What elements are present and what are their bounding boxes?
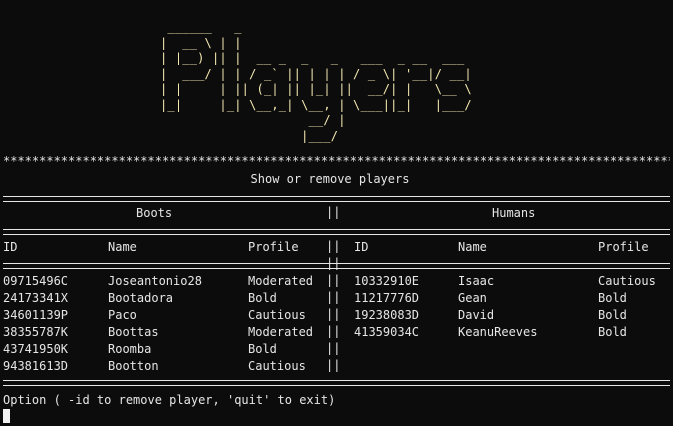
- boots-row-name: Paco: [108, 308, 137, 322]
- page-subtitle: Show or remove players: [250, 172, 410, 186]
- ascii-logo-players: ______ _ | __ \ | | | |__) || | __ _ _ _…: [160, 20, 472, 143]
- column-separator: ||: [326, 341, 341, 355]
- humans-row-id: 10332910E: [354, 274, 420, 288]
- boots-header-id: ID: [3, 240, 18, 254]
- humans-row-name: KeanuReeves: [458, 325, 538, 339]
- double-rule-4: [3, 380, 670, 386]
- humans-header-profile: Profile: [598, 240, 649, 254]
- boots-row-name: Boottas: [108, 325, 159, 339]
- boots-row-id: 38355787K: [3, 325, 69, 339]
- humans-row-profile: Bold: [598, 325, 627, 339]
- humans-title: Humans: [492, 206, 536, 220]
- boots-header-name: Name: [108, 240, 137, 254]
- humans-header-id: ID: [354, 240, 369, 254]
- boots-row-profile: Moderated: [248, 325, 314, 339]
- humans-row-id: 19238083D: [354, 308, 420, 322]
- boots-row-profile: Cautious: [248, 359, 306, 373]
- humans-row-profile: Bold: [598, 308, 627, 322]
- column-separator: ||: [326, 290, 341, 304]
- column-separator: ||: [326, 239, 341, 253]
- boots-row-name: Bootadora: [108, 291, 174, 305]
- humans-row-profile: Bold: [598, 291, 627, 305]
- humans-row-name: David: [458, 308, 495, 322]
- humans-row-name: Gean: [458, 291, 487, 305]
- column-separator: ||: [326, 358, 341, 372]
- column-separator: ||: [326, 324, 341, 338]
- boots-row-id: 94381613D: [3, 359, 69, 373]
- double-rule-2: [3, 229, 670, 235]
- boots-row-profile: Moderated: [248, 274, 314, 288]
- humans-row-id: 11217776D: [354, 291, 420, 305]
- star-divider-top: ****************************************…: [3, 155, 670, 165]
- double-rule-1: [3, 196, 670, 202]
- boots-row-name: Roomba: [108, 342, 152, 356]
- command-prompt: Option ( -id to remove player, 'quit' to…: [3, 393, 336, 407]
- humans-row-name: Isaac: [458, 274, 495, 288]
- boots-row-profile: Bold: [248, 291, 277, 305]
- terminal-window: ______ _ | __ \ | | | |__) || | __ _ _ _…: [0, 0, 673, 426]
- boots-row-id: 34601139P: [3, 308, 69, 322]
- boots-row-id: 09715496C: [3, 274, 69, 288]
- boots-row-name: Bootton: [108, 359, 159, 373]
- text-cursor[interactable]: [3, 409, 10, 423]
- column-separator: ||: [326, 256, 341, 270]
- boots-title: Boots: [136, 206, 173, 220]
- column-separator: ||: [326, 273, 341, 287]
- boots-row-profile: Bold: [248, 342, 277, 356]
- humans-header-name: Name: [458, 240, 487, 254]
- column-separator: ||: [326, 205, 341, 219]
- humans-row-profile: Cautious: [598, 274, 656, 288]
- boots-row-id: 43741950K: [3, 342, 69, 356]
- boots-row-profile: Cautious: [248, 308, 306, 322]
- boots-row-name: Joseantonio28: [108, 274, 202, 288]
- humans-row-id: 41359034C: [354, 325, 420, 339]
- boots-header-profile: Profile: [248, 240, 299, 254]
- column-separator: ||: [326, 307, 341, 321]
- boots-row-id: 24173341X: [3, 291, 69, 305]
